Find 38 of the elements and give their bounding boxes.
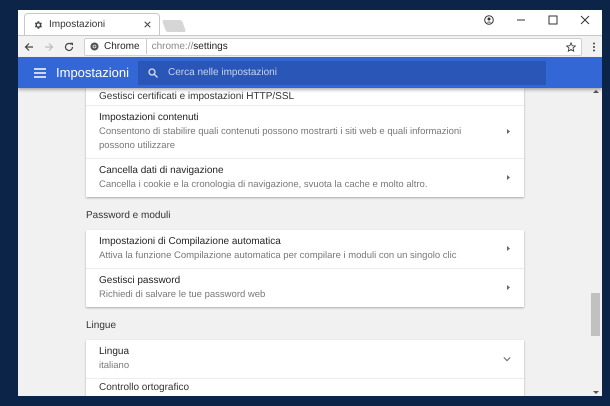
setting-title[interactable]: Impostazioni di Compilazione automatica [99,234,281,249]
menu-icon[interactable] [592,42,596,52]
gear-icon [33,20,43,30]
chrome-logo-icon [90,42,99,52]
chevron-right-icon[interactable] [506,284,511,292]
setting-title[interactable]: Gestisci certificati e impostazioni HTTP/SSL [99,88,294,104]
scrollbar[interactable] [591,88,600,396]
star-icon[interactable] [566,42,576,52]
section-heading: Lingue [86,318,116,333]
reload-icon[interactable] [64,42,74,52]
setting-title[interactable]: Lingua [99,344,130,359]
setting-title[interactable]: Impostazioni contenuti [99,110,199,125]
search-icon [148,68,158,78]
url-text: chrome://settings [152,40,228,54]
close-icon[interactable] [580,15,590,25]
setting-title[interactable]: Gestisci password [99,274,180,288]
setting-description: Richiedi di salvare le tue password web [99,288,266,302]
setting-description: Consentono di stabilire quali contenuti possono mostrarti i siti web e quali informazioni possono utilizzare [99,124,462,153]
maximize-icon[interactable] [548,15,558,25]
setting-description: Attiva la funzione Compilazione automatica per compilare i moduli con un singolo clic [99,248,458,263]
setting-description: italiano [99,358,130,373]
chevron-right-icon[interactable] [506,128,511,136]
setting-title[interactable]: Controllo ortografico [99,380,190,395]
section-heading: Password e moduli [86,208,170,223]
chevron-right-icon[interactable] [506,174,511,182]
address-bar[interactable]: Chrome chrome://settings [84,38,582,56]
chevron-down-icon[interactable] [503,354,511,363]
search-field[interactable]: Cerca nelle impostazioni [138,60,546,85]
browser-tab[interactable]: Impostazioni [24,13,160,36]
chevron-right-icon[interactable] [506,245,511,252]
close-icon[interactable] [144,21,151,28]
menu-icon[interactable] [34,68,46,78]
profile-icon[interactable] [484,15,494,25]
page-title: Impostazioni [56,64,128,82]
setting-title[interactable]: Cancella dati di navigazione [99,164,224,178]
setting-description: Cancella i cookie e la cronologia di navigazione, svuota la cache e molto altro. [99,178,428,192]
site-label: Chrome [104,39,147,54]
back-arrow-icon[interactable] [24,42,34,52]
